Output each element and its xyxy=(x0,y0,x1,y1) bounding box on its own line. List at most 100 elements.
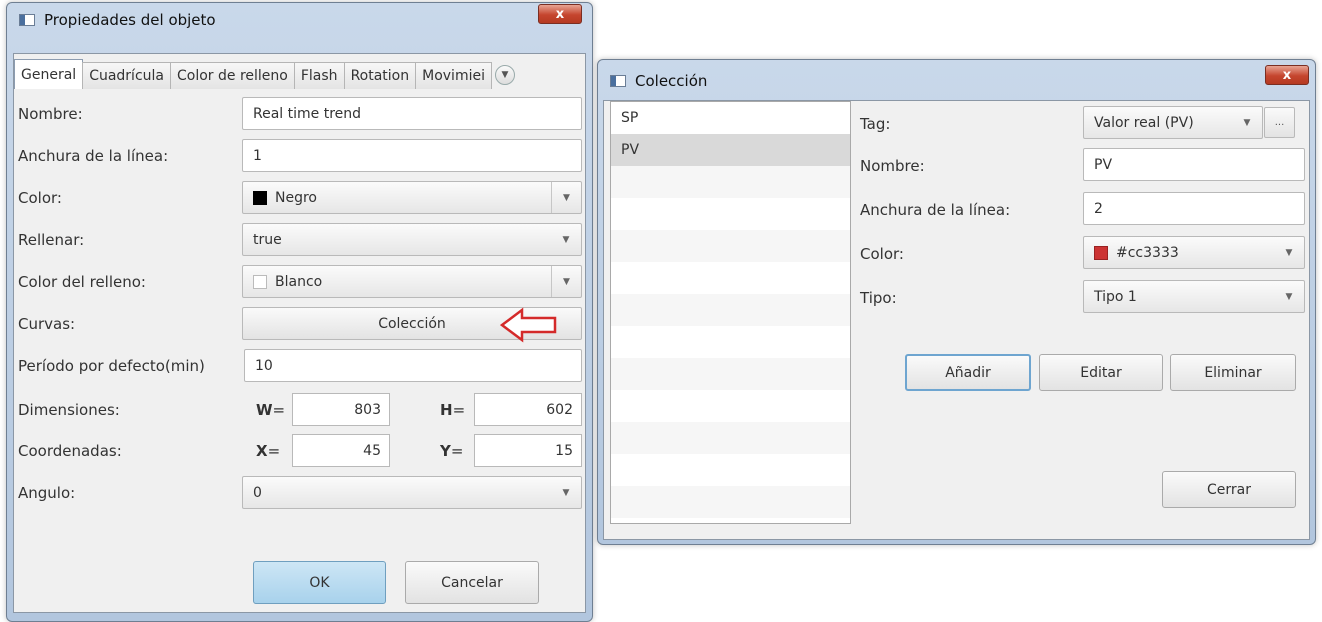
color-swatch-icon xyxy=(253,190,267,205)
row-tipo: Tipo: Tipo 1 ▼ xyxy=(860,278,1305,318)
color-curve-combo[interactable]: #cc3333 ▼ xyxy=(1083,236,1305,269)
close-button[interactable]: x xyxy=(1265,65,1309,85)
row-color-curve: Color: #cc3333 ▼ xyxy=(860,234,1305,274)
tag-label: Tag: xyxy=(860,115,891,133)
row-nombre: Nombre: Real time trend xyxy=(18,97,583,132)
row-coordenadas: Coordenadas: X= 45 Y= 15 xyxy=(18,434,583,469)
row-anchura: Anchura de la línea: 1 xyxy=(18,139,583,174)
tag-browse-button[interactable]: ... xyxy=(1264,107,1295,138)
app-icon xyxy=(19,14,35,26)
color-curve-value: #cc3333 xyxy=(1116,244,1179,261)
x-axis-label: X= xyxy=(256,442,281,460)
tab-bar: General Cuadrícula Color de relleno Flas… xyxy=(14,59,582,89)
curves-list[interactable]: SP PV xyxy=(610,101,851,524)
rellenar-value: true xyxy=(253,231,282,248)
color-swatch-icon xyxy=(1094,245,1108,260)
angulo-label: Angulo: xyxy=(18,484,76,502)
list-item-empty xyxy=(611,166,850,198)
anchura-curve-input[interactable]: 2 xyxy=(1083,192,1305,225)
list-item-empty xyxy=(611,454,850,486)
tab-movimiento[interactable]: Movimiei xyxy=(415,62,492,89)
width-input[interactable]: 803 xyxy=(292,393,390,426)
ok-button[interactable]: OK xyxy=(253,561,386,604)
fill-swatch-icon xyxy=(253,274,267,289)
color-label: Color: xyxy=(18,189,62,207)
row-color-relleno: Color del relleno: Blanco ▼ xyxy=(18,265,583,300)
tag-value: Valor real (PV) xyxy=(1094,114,1194,131)
list-item-selected[interactable]: PV xyxy=(611,134,850,166)
angulo-value: 0 xyxy=(253,484,262,501)
y-input[interactable]: 15 xyxy=(474,434,582,467)
window-titlebar[interactable]: Colección xyxy=(598,62,1315,100)
dimensiones-label: Dimensiones: xyxy=(18,401,120,419)
rellenar-combo[interactable]: true ▼ xyxy=(242,223,582,256)
annotation-arrow-icon xyxy=(500,307,557,343)
chevron-down-icon[interactable]: ▼ xyxy=(551,224,581,255)
window-title: Colección xyxy=(635,72,708,90)
height-input[interactable]: 602 xyxy=(474,393,582,426)
tab-general[interactable]: General xyxy=(14,59,84,89)
edit-button[interactable]: Editar xyxy=(1039,354,1163,391)
h-axis-label: H= xyxy=(440,401,466,419)
w-axis-label: W= xyxy=(256,401,286,419)
tipo-label: Tipo: xyxy=(860,289,897,307)
nombre-curve-input[interactable]: PV xyxy=(1083,148,1305,181)
color-relleno-label: Color del relleno: xyxy=(18,273,146,291)
list-item-empty xyxy=(611,422,850,454)
periodo-input[interactable]: 10 xyxy=(244,349,582,382)
color-relleno-combo[interactable]: Blanco ▼ xyxy=(242,265,582,298)
anchura-label: Anchura de la línea: xyxy=(18,147,169,165)
tab-flash[interactable]: Flash xyxy=(293,62,345,89)
list-item-empty xyxy=(611,358,850,390)
list-item-empty xyxy=(611,198,850,230)
nombre-input[interactable]: Real time trend xyxy=(242,97,582,130)
row-rellenar: Rellenar: true ▼ xyxy=(18,223,583,258)
chevron-down-icon[interactable]: ▼ xyxy=(1274,281,1304,312)
anchura-input[interactable]: 1 xyxy=(242,139,582,172)
anchura-curve-label: Anchura de la línea: xyxy=(860,201,1011,219)
tab-rotation[interactable]: Rotation xyxy=(343,62,417,89)
tab-color-de-relleno[interactable]: Color de relleno xyxy=(170,62,295,89)
list-item-empty xyxy=(611,262,850,294)
y-axis-label: Y= xyxy=(440,442,464,460)
list-item-empty xyxy=(611,486,850,518)
periodo-label: Período por defecto(min) xyxy=(18,357,205,375)
list-item-empty xyxy=(611,390,850,422)
row-color: Color: Negro ▼ xyxy=(18,181,583,216)
rellenar-label: Rellenar: xyxy=(18,231,85,249)
color-curve-label: Color: xyxy=(860,245,904,263)
tab-cuadricula[interactable]: Cuadrícula xyxy=(82,62,171,89)
app-icon xyxy=(610,75,626,87)
row-nombre-curve: Nombre: PV xyxy=(860,146,1305,186)
tab-overflow-icon[interactable]: ▼ xyxy=(494,65,515,85)
list-item-empty xyxy=(611,294,850,326)
row-periodo: Período por defecto(min) 10 xyxy=(18,349,583,384)
tipo-combo[interactable]: Tipo 1 ▼ xyxy=(1083,280,1305,313)
nombre-curve-label: Nombre: xyxy=(860,157,925,175)
tipo-value: Tipo 1 xyxy=(1094,288,1137,305)
list-item-empty xyxy=(611,326,850,358)
chevron-down-icon[interactable]: ▼ xyxy=(551,182,581,213)
list-item-empty xyxy=(611,230,850,262)
x-input[interactable]: 45 xyxy=(292,434,390,467)
delete-button[interactable]: Eliminar xyxy=(1170,354,1296,391)
row-curvas: Curvas: Colección xyxy=(18,307,583,342)
close-dialog-button[interactable]: Cerrar xyxy=(1162,471,1296,508)
chevron-down-icon[interactable]: ▼ xyxy=(551,266,581,297)
add-button[interactable]: Añadir xyxy=(905,354,1031,391)
window-titlebar[interactable]: Propiedades del objeto xyxy=(7,3,592,37)
color-combo[interactable]: Negro ▼ xyxy=(242,181,582,214)
row-dimensiones: Dimensiones: W= 803 H= 602 xyxy=(18,393,583,428)
color-value: Negro xyxy=(275,189,317,206)
angulo-combo[interactable]: 0 ▼ xyxy=(242,476,582,509)
list-item[interactable]: SP xyxy=(611,102,850,134)
chevron-down-icon[interactable]: ▼ xyxy=(1232,107,1262,138)
close-button[interactable]: x xyxy=(538,4,582,24)
window-title: Propiedades del objeto xyxy=(44,11,216,29)
tag-combo[interactable]: Valor real (PV) ▼ xyxy=(1083,106,1263,139)
nombre-label: Nombre: xyxy=(18,105,83,123)
curvas-label: Curvas: xyxy=(18,315,76,333)
chevron-down-icon[interactable]: ▼ xyxy=(1274,237,1304,268)
chevron-down-icon[interactable]: ▼ xyxy=(551,477,581,508)
cancel-button[interactable]: Cancelar xyxy=(405,561,539,604)
